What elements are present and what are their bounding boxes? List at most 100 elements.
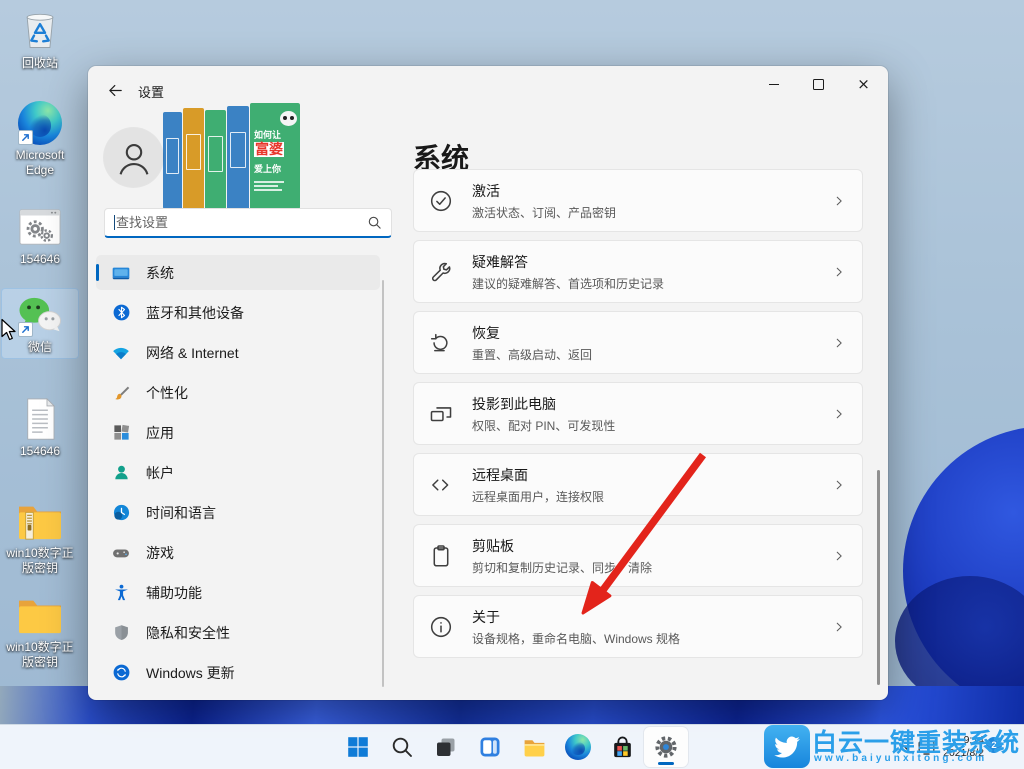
minimize-button[interactable] <box>751 68 796 100</box>
settings-card-about[interactable]: 关于 设备规格，重命名电脑、Windows 规格 <box>413 595 863 658</box>
sidebar-item-windows-update[interactable]: Windows 更新 <box>96 655 380 690</box>
book-spine <box>163 112 182 209</box>
book-cover-text: 富婆 <box>254 141 284 158</box>
desktop-icon-label: win10数字正版密钥 <box>6 546 74 575</box>
desktop-icon-app-154646[interactable]: 154646 <box>1 200 79 271</box>
card-title: 远程桌面 <box>472 466 528 483</box>
sidebar-item-label: 个性化 <box>146 384 188 401</box>
panda-face-icon <box>280 111 297 126</box>
search-input[interactable] <box>115 215 367 230</box>
sidebar-item-label: 系统 <box>146 264 174 281</box>
sidebar-nav: 系统 蓝牙和其他设备 网络 & Internet 个性化 应用 帐户 时间和语言… <box>96 255 380 695</box>
task-view-icon <box>434 735 458 759</box>
sidebar-item-personalization[interactable]: 个性化 <box>96 375 380 410</box>
settings-card-activation[interactable]: 激活 激活状态、订阅、产品密钥 <box>413 169 863 232</box>
book-spine <box>205 110 226 209</box>
settings-card-troubleshoot[interactable]: 疑难解答 建议的疑难解答、首选项和历史记录 <box>413 240 863 303</box>
card-subtitle: 激活状态、订阅、产品密钥 <box>472 205 617 220</box>
card-subtitle: 剪切和复制历史记录、同步、清除 <box>472 560 653 575</box>
taskbar-widgets-button[interactable] <box>468 727 512 767</box>
taskbar-settings-button[interactable] <box>644 727 688 767</box>
desktop-icon-zip-win10[interactable]: win10数字正版密钥 <box>1 494 79 580</box>
sidebar-item-label: 辅助功能 <box>146 584 202 601</box>
sidebar-item-time-language[interactable]: 时间和语言 <box>96 495 380 530</box>
card-title: 恢复 <box>472 324 500 341</box>
desktop-icon-doc-154646[interactable]: 154646 <box>1 392 79 463</box>
card-subtitle: 远程桌面用户，连接权限 <box>472 489 605 504</box>
sidebar-item-bluetooth[interactable]: 蓝牙和其他设备 <box>96 295 380 330</box>
desktop-icon-edge[interactable]: Microsoft Edge <box>1 96 79 182</box>
desktop-icon-label: 154646 <box>19 444 61 458</box>
person-icon <box>119 143 148 175</box>
card-subtitle: 设备规格，重命名电脑、Windows 规格 <box>472 631 681 646</box>
taskbar-search-button[interactable] <box>380 727 424 767</box>
desktop-icon-recycle-bin[interactable]: 回收站 <box>1 4 79 75</box>
settings-card-clipboard[interactable]: 剪贴板 剪切和复制历史记录、同步、清除 <box>413 524 863 587</box>
sidebar-item-network[interactable]: 网络 & Internet <box>96 335 380 370</box>
doc-154646-icon <box>16 395 64 443</box>
search-box <box>104 208 392 238</box>
desktop-icon-folder-win10[interactable]: win10数字正版密钥 <box>1 588 79 674</box>
avatar[interactable] <box>104 128 163 187</box>
desktop-icon-label: 回收站 <box>21 56 58 70</box>
recovery-icon <box>427 329 454 356</box>
desktop-icon-label: 154646 <box>19 252 61 266</box>
apps-icon <box>111 423 131 443</box>
selected-accent-bar <box>96 264 99 281</box>
zip-win10-icon <box>16 497 64 545</box>
settings-window: 设置 × 如何让 富婆 爱上你 系统 <box>88 66 888 700</box>
back-button[interactable] <box>102 77 128 103</box>
chevron-right-icon <box>832 620 846 634</box>
activation-icon <box>427 187 454 214</box>
settings-card-recovery[interactable]: 恢复 重置、高级启动、返回 <box>413 311 863 374</box>
time-language-icon <box>111 503 131 523</box>
settings-card-remote-desktop[interactable]: 远程桌面 远程桌面用户，连接权限 <box>413 453 863 516</box>
taskbar-task-view-button[interactable] <box>424 727 468 767</box>
profile-background-books: 如何让 富婆 爱上你 <box>163 103 300 209</box>
card-title: 投影到此电脑 <box>472 395 556 412</box>
sidebar-item-label: 帐户 <box>146 464 174 481</box>
close-button[interactable]: × <box>841 68 886 100</box>
card-title: 关于 <box>472 608 500 625</box>
clipboard-icon <box>427 542 454 569</box>
settings-cards: 激活 激活状态、订阅、产品密钥 疑难解答 建议的疑难解答、首选项和历史记录 恢复… <box>413 169 863 658</box>
card-title: 激活 <box>472 182 500 199</box>
watermark-logo <box>764 725 810 768</box>
settings-icon <box>653 734 679 760</box>
window-controls: × <box>751 68 886 100</box>
file-explorer-icon <box>522 735 547 760</box>
minimize-icon <box>768 83 779 85</box>
content-scrollbar[interactable] <box>877 470 880 685</box>
taskbar-store-button[interactable] <box>600 727 644 767</box>
accessibility-icon <box>111 583 131 603</box>
settings-card-projection[interactable]: 投影到此电脑 权限、配对 PIN、可发现性 <box>413 382 863 445</box>
network-icon <box>111 343 131 363</box>
sidebar-item-apps[interactable]: 应用 <box>96 415 380 450</box>
app-154646-icon <box>16 203 64 251</box>
edge-icon <box>16 99 64 147</box>
sidebar-item-gaming[interactable]: 游戏 <box>96 535 380 570</box>
remote-desktop-icon <box>427 471 454 498</box>
taskbar-start-button[interactable] <box>336 727 380 767</box>
sidebar-item-system[interactable]: 系统 <box>96 255 380 290</box>
sidebar-scrollbar[interactable] <box>382 280 384 687</box>
card-subtitle: 权限、配对 PIN、可发现性 <box>472 418 616 433</box>
sidebar-item-label: 时间和语言 <box>146 504 216 521</box>
wallpaper-bloom-petal <box>895 426 1024 716</box>
book-front-cover: 如何让 富婆 爱上你 <box>250 103 300 209</box>
taskbar-edge-button[interactable] <box>556 727 600 767</box>
back-arrow-icon <box>108 84 122 96</box>
sidebar-item-accounts[interactable]: 帐户 <box>96 455 380 490</box>
sidebar-item-accessibility[interactable]: 辅助功能 <box>96 575 380 610</box>
sidebar-item-privacy[interactable]: 隐私和安全性 <box>96 615 380 650</box>
privacy-icon <box>111 623 131 643</box>
windows-update-icon <box>111 663 131 683</box>
sidebar-item-label: 蓝牙和其他设备 <box>146 304 244 321</box>
sidebar-item-label: 隐私和安全性 <box>146 624 230 641</box>
gaming-icon <box>111 543 131 563</box>
widgets-icon <box>478 735 502 759</box>
chevron-right-icon <box>832 549 846 563</box>
taskbar-file-explorer-button[interactable] <box>512 727 556 767</box>
maximize-button[interactable] <box>796 68 841 100</box>
book-cover-text: 如何让 <box>254 130 282 140</box>
